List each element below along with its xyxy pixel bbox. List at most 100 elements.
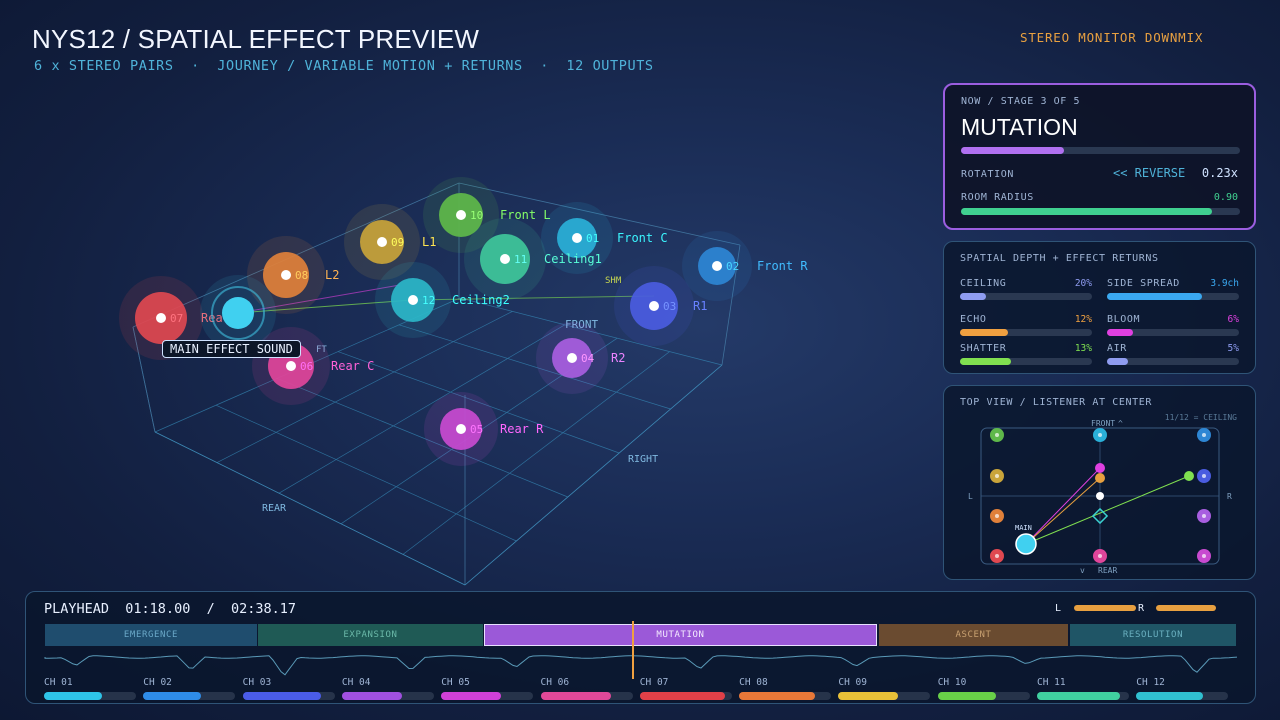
playhead-readout: PLAYHEAD 01:18.00 / 02:38.17 <box>44 601 296 617</box>
timeline-segment-ascent[interactable]: ASCENT <box>879 624 1068 646</box>
top-left-label: L <box>968 492 973 501</box>
timeline-segment-resolution[interactable]: RESOLUTION <box>1070 624 1236 646</box>
depth-slider[interactable] <box>1107 293 1239 300</box>
channel-meter-fill <box>540 692 612 700</box>
stereo-monitor-toggle[interactable]: STEREO MONITOR DOWNMIX <box>1020 30 1203 45</box>
channel-meter-fill <box>441 692 501 700</box>
depth-slider[interactable] <box>1107 358 1239 365</box>
depth-slider-fill <box>1107 293 1203 300</box>
channel-label: CH 11 <box>1037 677 1066 688</box>
top-view-dot <box>1095 473 1105 483</box>
room-radius-label: ROOM RADIUS <box>961 192 1034 203</box>
stage-crumb: NOW / STAGE 3 OF 5 <box>961 96 1081 107</box>
depth-slider-fill <box>960 293 987 300</box>
channel-meter-fill <box>143 692 202 700</box>
depth-slider[interactable] <box>960 329 1092 336</box>
depth-slider-fill <box>960 329 1008 336</box>
top-view-main-dot[interactable] <box>1015 533 1037 555</box>
depth-slider[interactable] <box>960 293 1092 300</box>
depth-value: 12% <box>1074 314 1092 325</box>
channel-label: CH 01 <box>44 677 73 688</box>
speaker-node-02[interactable]: 02 Front R <box>682 231 808 301</box>
speaker-node-name: Rear C <box>331 359 374 373</box>
channel-label: CH 05 <box>441 677 470 688</box>
speaker-node-number: 03 <box>663 300 676 313</box>
spatial-depth-title: SPATIAL DEPTH + EFFECT RETURNS <box>960 253 1159 264</box>
top-main-label: MAIN <box>1015 524 1032 532</box>
speaker-node-number: 07 <box>170 312 183 325</box>
channel-meter-fill <box>639 692 726 700</box>
channel-label: CH 12 <box>1136 677 1165 688</box>
playhead-marker[interactable] <box>632 621 634 679</box>
main-effect-label: MAIN EFFECT SOUND <box>162 340 301 358</box>
depth-slider-fill <box>1107 358 1129 365</box>
channel-meter <box>540 692 633 700</box>
channel-meter-fill <box>937 692 996 700</box>
speaker-node-name: R2 <box>611 351 625 365</box>
speaker-node-name: Front C <box>617 231 668 245</box>
rotation-label: ROTATION <box>961 169 1014 180</box>
channel-meter <box>242 692 335 700</box>
top-view-dot <box>1184 471 1194 481</box>
timeline-segment-emergence[interactable]: EMERGENCE <box>45 624 257 646</box>
top-view-panel: TOP VIEW / LISTENER AT CENTER 11/12 = CE… <box>943 385 1256 580</box>
rotation-direction[interactable]: << REVERSE <box>1113 166 1185 180</box>
spatial-depth-panel: SPATIAL DEPTH + EFFECT RETURNS CEILING 20… <box>943 241 1256 374</box>
channel-meter-fill <box>838 692 899 700</box>
depth-value: 5% <box>1227 343 1239 354</box>
speaker-node-number: 11 <box>514 253 527 266</box>
channel-meter <box>937 692 1030 700</box>
top-front-label: FRONT <box>1091 419 1115 428</box>
speaker-node-number: 08 <box>295 269 308 282</box>
speaker-node-number: 05 <box>470 423 483 436</box>
channel-label: CH 06 <box>540 677 570 688</box>
channel-meter-fill <box>44 692 102 700</box>
speaker-node-number: 09 <box>391 236 404 249</box>
timeline-segment-mutation[interactable]: MUTATION <box>484 624 877 646</box>
speaker-node-name: Ceiling2 <box>452 293 510 307</box>
speaker-node-06[interactable]: 06 Rear C <box>252 327 374 405</box>
depth-value: 20% <box>1074 278 1092 289</box>
speaker-node-number: 01 <box>586 232 599 245</box>
speaker-node-number: 06 <box>300 360 313 373</box>
depth-value: 3.9ch <box>1210 278 1239 289</box>
room-radius-track[interactable] <box>961 208 1240 215</box>
speaker-node-04[interactable]: 04 R2 <box>536 322 625 394</box>
depth-label-ceiling: CEILING <box>960 278 1007 289</box>
channel-meter <box>44 692 136 700</box>
stage-progress-fill <box>961 147 1065 154</box>
playhead-separator: / <box>206 601 215 617</box>
speaker-node-name: L2 <box>325 268 339 282</box>
playhead-current: 01:18.00 <box>125 601 191 617</box>
top-view-dot <box>1096 492 1104 500</box>
channel-meter <box>341 692 434 700</box>
depth-label-air: AIR <box>1107 343 1127 354</box>
speaker-node-number: 12 <box>422 294 435 307</box>
stage-progress-track <box>961 147 1240 154</box>
top-right-label: R <box>1227 492 1232 501</box>
channel-meter <box>1037 692 1129 700</box>
depth-label-echo: ECHO <box>960 314 987 325</box>
channel-meter-fill <box>1136 692 1203 700</box>
top-up-mark: ^ <box>1118 419 1123 428</box>
channel-meter-fill <box>242 692 321 700</box>
waveform <box>44 655 1238 676</box>
rotation-value: 0.23x <box>1201 166 1238 180</box>
speaker-node-05[interactable]: 05 Rear R <box>424 392 544 466</box>
meter-l-label: L <box>1055 603 1062 614</box>
scene-label-right: RIGHT <box>628 454 658 465</box>
depth-label-shatter: SHATTER <box>960 343 1007 354</box>
channel-label: CH 03 <box>242 677 272 688</box>
stage-name: MUTATION <box>961 114 1078 140</box>
depth-slider[interactable] <box>1107 329 1239 336</box>
depth-label-bloom: BLOOM <box>1107 314 1141 325</box>
depth-label-side-spread: SIDE SPREAD <box>1107 278 1180 289</box>
depth-slider[interactable] <box>960 358 1092 365</box>
channel-meter <box>739 692 832 700</box>
scene-label-shimmer: SHM <box>605 276 622 286</box>
timeline-segment-expansion[interactable]: EXPANSION <box>258 624 483 646</box>
speaker-node-name: R1 <box>693 299 707 313</box>
speaker-node-number: 04 <box>581 352 595 365</box>
speaker-node-name: Rear R <box>500 422 544 436</box>
spatial-scene: FRONT RIGHT REAR FT SHM 10 Front L01 Front… <box>119 177 808 586</box>
